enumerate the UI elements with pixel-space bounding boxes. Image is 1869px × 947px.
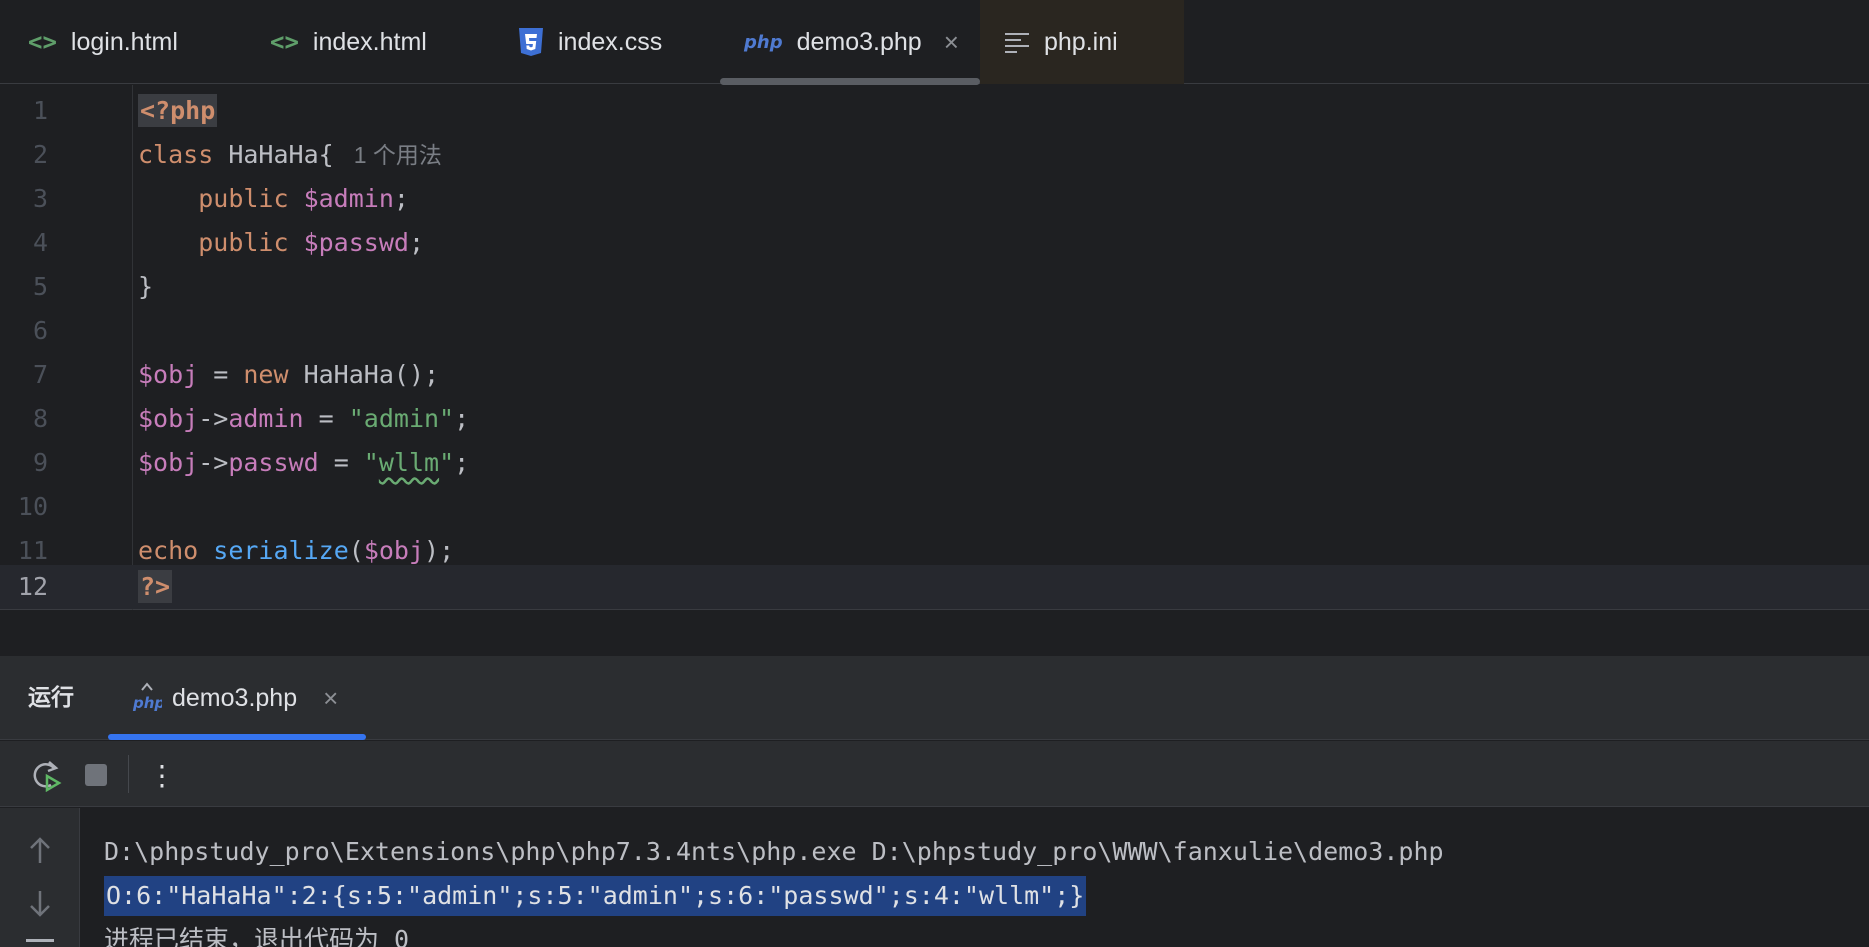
line-number: 5 [32,272,48,301]
line-number: 4 [32,228,48,257]
line-number: 9 [32,448,48,477]
code-line: 4 public $passwd; [0,221,1869,265]
code-line: 9 $obj->passwd = "wllm"; [0,441,1869,485]
function-name: serialize [213,536,349,565]
line-number: 8 [32,404,48,433]
keyword: public [198,184,289,213]
code-line: 8 $obj->admin = "admin"; [0,397,1869,441]
property-var: $passwd [288,228,409,257]
stop-button[interactable] [76,755,116,795]
editor-tab-bar: <> login.html <> index.html index.css ph… [0,0,1869,85]
html-tag-icon: <> [270,28,299,56]
scroll-down-button[interactable] [20,884,60,924]
panel-gap [0,611,1869,656]
code-line: 6 [0,309,1869,353]
arrow-up-icon [30,837,50,863]
line-number: 3 [32,184,48,213]
run-panel-title: 运行 [28,685,74,711]
variable: $obj [138,404,199,433]
rerun-icon [33,761,62,792]
scroll-up-button[interactable] [20,830,60,870]
code-line-current: 12 ?> [0,565,1869,609]
more-options-icon[interactable]: ⋮ [142,755,182,795]
tab-index-html[interactable]: <> index.html [270,0,427,84]
keyword: public [198,228,289,257]
php-icon: php [744,31,783,53]
php-run-icon: php [132,678,165,719]
run-console[interactable]: D:\phpstudy_pro\Extensions\php\php7.3.4n… [0,808,1869,947]
tab-label: index.css [558,27,663,56]
arrow-down-icon [30,891,50,917]
keyword: echo [138,536,199,565]
variable: $obj [363,536,425,565]
property-var: $admin [288,184,394,213]
code-line: 1 <?php [0,89,1869,133]
variable: $obj [138,360,199,389]
class-name: HaHaHa{ [213,140,334,169]
tab-label: demo3.php [796,27,922,56]
tab-demo3-php[interactable]: php demo3.php × [720,0,980,85]
line-number: 7 [32,360,48,389]
close-icon[interactable]: × [323,683,338,714]
console-side-toolbar [0,808,80,947]
variable: $obj [138,448,199,477]
line-number: 10 [17,492,48,521]
keyword: class [138,140,214,169]
php-open-tag: <?php [138,94,218,127]
line-number: 12 [17,572,48,601]
code-line: 10 [0,485,1869,529]
string-literal: "admin" [348,404,455,433]
tab-php-ini[interactable]: php.ini [980,0,1184,84]
property: passwd [228,448,319,477]
code-text: } [138,272,154,301]
keyword: new [243,360,289,389]
console-exit-message: 进程已结束，退出代码为 0 [104,925,410,947]
active-tab-indicator [720,78,980,85]
tab-label: php.ini [1044,27,1118,56]
line-number: 2 [32,140,48,169]
rerun-button[interactable] [26,755,66,795]
run-tab-label: demo3.php [172,683,298,712]
close-icon[interactable]: × [944,27,959,58]
run-panel-header: 运行 php demo3.php × [0,656,1869,740]
code-editor[interactable]: 1 <?php 2 class HaHaHa{ 1 个用法 3 public $a… [0,85,1869,610]
code-line: 5 } [0,265,1869,309]
tab-index-css[interactable]: index.css [518,0,662,84]
usage-hint[interactable]: 1 个用法 [354,142,442,168]
tab-login-html[interactable]: <> login.html [28,0,178,84]
toolbar-separator [128,755,129,793]
code-line: 7 $obj = new HaHaHa(); [0,353,1869,397]
text-lines-icon [1004,31,1030,53]
active-tab-indicator [108,734,366,740]
php-close-tag: ?> [138,570,173,603]
line-number: 6 [32,316,48,345]
typo-warning-string: wllm [378,448,440,477]
html-tag-icon: <> [28,28,57,56]
tab-label: index.html [312,27,427,56]
console-command-line: D:\phpstudy_pro\Extensions\php\php7.3.4n… [104,837,1444,866]
code-line: 2 class HaHaHa{ 1 个用法 [0,133,1869,177]
run-toolbar: ⋮ [0,741,1869,807]
svg-text:php: php [132,694,162,712]
line-number: 1 [32,96,48,125]
stop-icon [85,764,107,786]
css3-icon [518,27,544,57]
soft-wrap-icon[interactable] [26,939,54,942]
tab-label: login.html [70,27,178,56]
console-output-selected: O:6:"HaHaHa":2:{s:5:"admin";s:5:"admin";… [104,876,1087,916]
code-line: 3 public $admin; [0,177,1869,221]
run-tab-demo3-php[interactable]: php demo3.php × [108,656,366,740]
property: admin [228,404,304,433]
